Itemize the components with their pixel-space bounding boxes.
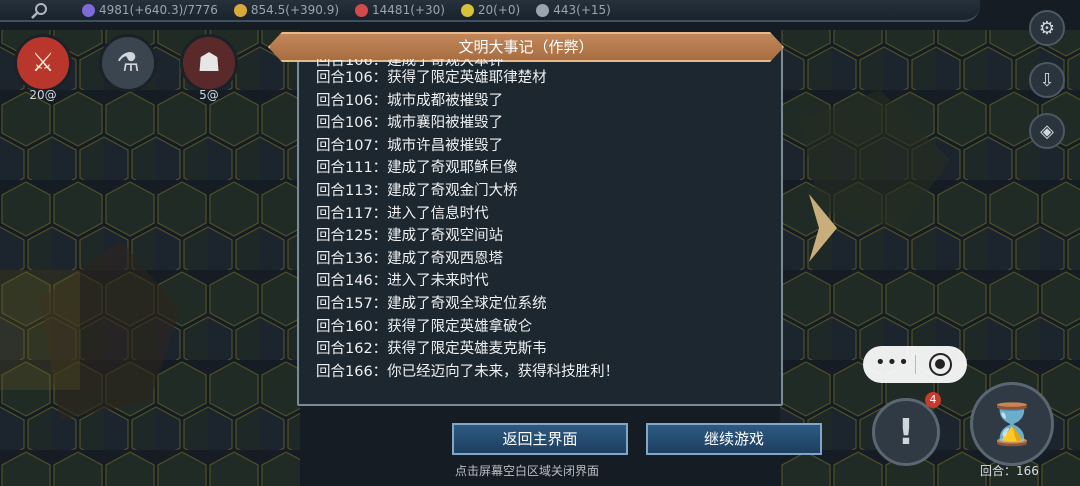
next-arrow-icon[interactable] bbox=[803, 190, 843, 266]
download-button[interactable]: ⇩ bbox=[1029, 62, 1065, 98]
event-item: 回合166：你已经迈向了未来，获得科技胜利！ bbox=[316, 363, 620, 380]
nuclear-icon bbox=[460, 3, 474, 17]
dialog-title: 文明大事记（作弊） bbox=[268, 32, 784, 62]
event-item: 回合146：进入了未来时代 bbox=[316, 273, 489, 290]
event-item: 回合106：城市成都被摧毁了 bbox=[316, 92, 504, 109]
food-value: 443(+15) bbox=[553, 3, 611, 17]
production-value: 14481(+30) bbox=[372, 3, 445, 17]
exclamation-icon: ! bbox=[897, 411, 915, 453]
food-icon bbox=[536, 3, 550, 17]
production-resource: 14481(+30) bbox=[355, 3, 445, 17]
helmet-icon: ☗ bbox=[197, 48, 221, 78]
science-value: 4981(+640.3)/7776 bbox=[99, 3, 218, 17]
close-circle-icon[interactable] bbox=[929, 353, 952, 376]
swords-icon: ⚔ bbox=[31, 48, 55, 78]
nuclear-value: 20(+0) bbox=[477, 3, 521, 17]
back-to-main-button[interactable]: 返回主界面 bbox=[452, 423, 628, 455]
event-item: 回合106：获得了限定英雄耶律楚材 bbox=[316, 70, 547, 86]
continue-game-button[interactable]: 继续游戏 bbox=[646, 423, 822, 455]
event-item: 回合160：获得了限定英雄拿破仑 bbox=[316, 318, 533, 335]
gold-value: 854.5(+390.9) bbox=[250, 3, 340, 17]
military-count: 20@ bbox=[29, 88, 57, 102]
potion-icon: ⚗ bbox=[116, 48, 140, 78]
close-hint: 点击屏幕空白区域关闭界面 bbox=[455, 464, 600, 478]
alert-button[interactable]: ! bbox=[872, 398, 940, 466]
hero-count: 5@ bbox=[199, 88, 219, 102]
turn-label: 回合：166 bbox=[980, 464, 1039, 478]
science-star-icon bbox=[82, 3, 95, 17]
diamond-icon: ◈ bbox=[1040, 120, 1054, 142]
hourglass-icon: ⌛ bbox=[987, 401, 1037, 448]
more-icon[interactable]: ••• bbox=[875, 352, 910, 373]
tech-button[interactable]: ◈ bbox=[1029, 113, 1065, 149]
alert-count-badge: 4 bbox=[925, 392, 941, 408]
event-item: 回合117：进入了信息时代 bbox=[316, 205, 489, 222]
close-circle-dot bbox=[935, 359, 945, 369]
event-item: 回合136：建成了奇观西恩塔 bbox=[316, 250, 504, 267]
event-items: 回合106：获得了限定英雄耶律楚材 回合106：城市成都被摧毁了 回合106：城… bbox=[316, 67, 776, 383]
production-icon bbox=[355, 3, 369, 17]
potion-button[interactable]: ⚗ bbox=[99, 34, 157, 92]
miniprogram-capsule: ••• bbox=[863, 346, 967, 383]
search-icon[interactable] bbox=[30, 2, 50, 20]
capsule-divider bbox=[915, 355, 916, 374]
gold-coin-icon bbox=[233, 3, 247, 17]
event-item: 回合111：建成了奇观耶稣巨像 bbox=[316, 160, 518, 177]
event-list[interactable]: 回合106：建成了奇观大本钟 回合106：获得了限定英雄耶律楚材 回合106：城… bbox=[316, 59, 776, 397]
science-resource: 4981(+640.3)/7776 bbox=[82, 3, 218, 17]
resource-bar: 4981(+640.3)/7776 854.5(+390.9) 14481(+3… bbox=[0, 0, 980, 22]
end-turn-button[interactable]: ⌛ bbox=[970, 382, 1054, 466]
event-item: 回合162：获得了限定英雄麦克斯韦 bbox=[316, 341, 547, 358]
military-button[interactable]: ⚔ bbox=[14, 34, 72, 92]
event-item: 回合113：建成了奇观金门大桥 bbox=[316, 182, 518, 199]
download-icon: ⇩ bbox=[1039, 69, 1055, 91]
gear-icon: ⚙ bbox=[1038, 17, 1056, 39]
event-item: 回合106：城市襄阳被摧毁了 bbox=[316, 115, 504, 132]
event-item: 回合107：城市许昌被摧毁了 bbox=[316, 137, 504, 154]
event-item: 回合157：建成了奇观全球定位系统 bbox=[316, 295, 547, 312]
event-partial-line: 回合106：建成了奇观大本钟 bbox=[316, 59, 504, 67]
gold-resource: 854.5(+390.9) bbox=[233, 3, 340, 17]
nuclear-resource: 20(+0) bbox=[460, 3, 521, 17]
hero-button[interactable]: ☗ bbox=[180, 34, 238, 92]
settings-button[interactable]: ⚙ bbox=[1029, 10, 1065, 46]
event-item: 回合125：建成了奇观空间站 bbox=[316, 228, 504, 245]
food-resource: 443(+15) bbox=[536, 3, 611, 17]
